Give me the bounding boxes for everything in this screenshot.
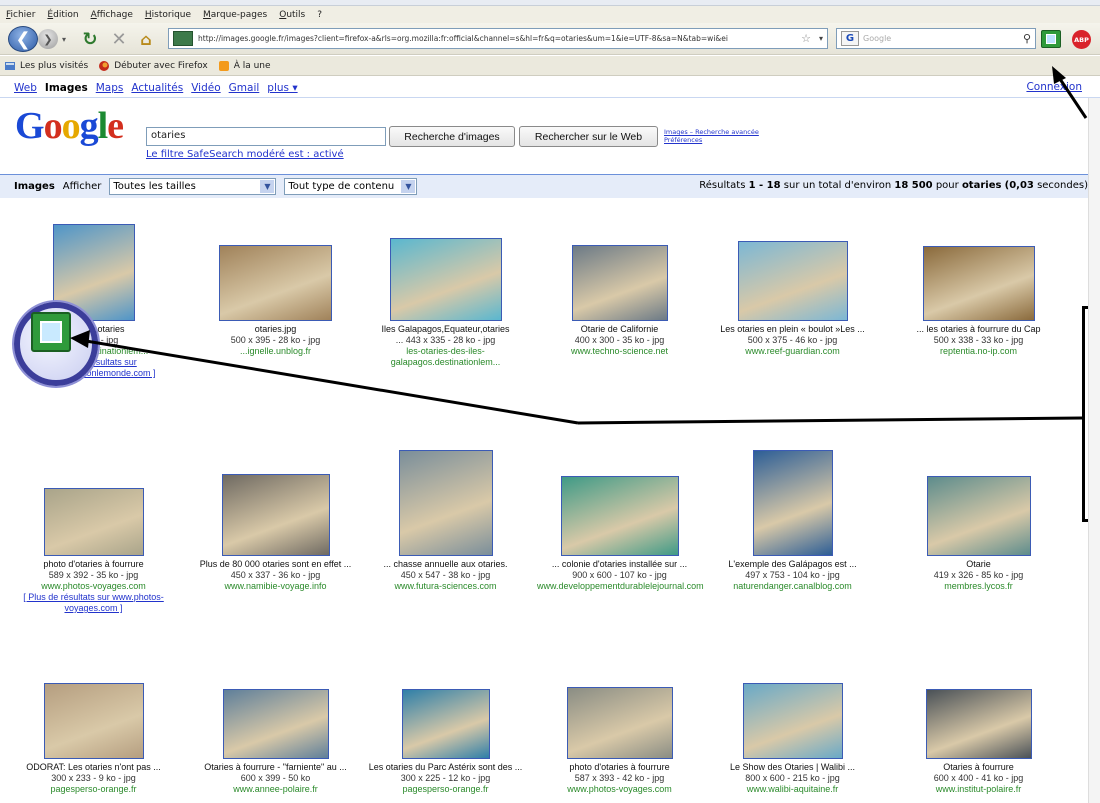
arrow-line-horizontal [577, 416, 1083, 425]
arrowhead-top [1052, 66, 1066, 84]
arrow-line-diagonal [79, 338, 579, 425]
annotation-arrows [70, 66, 1088, 425]
page-scrollbar[interactable] [1088, 98, 1100, 803]
arrowhead-magnifier [70, 330, 90, 348]
arrow-line-top [1056, 75, 1088, 119]
